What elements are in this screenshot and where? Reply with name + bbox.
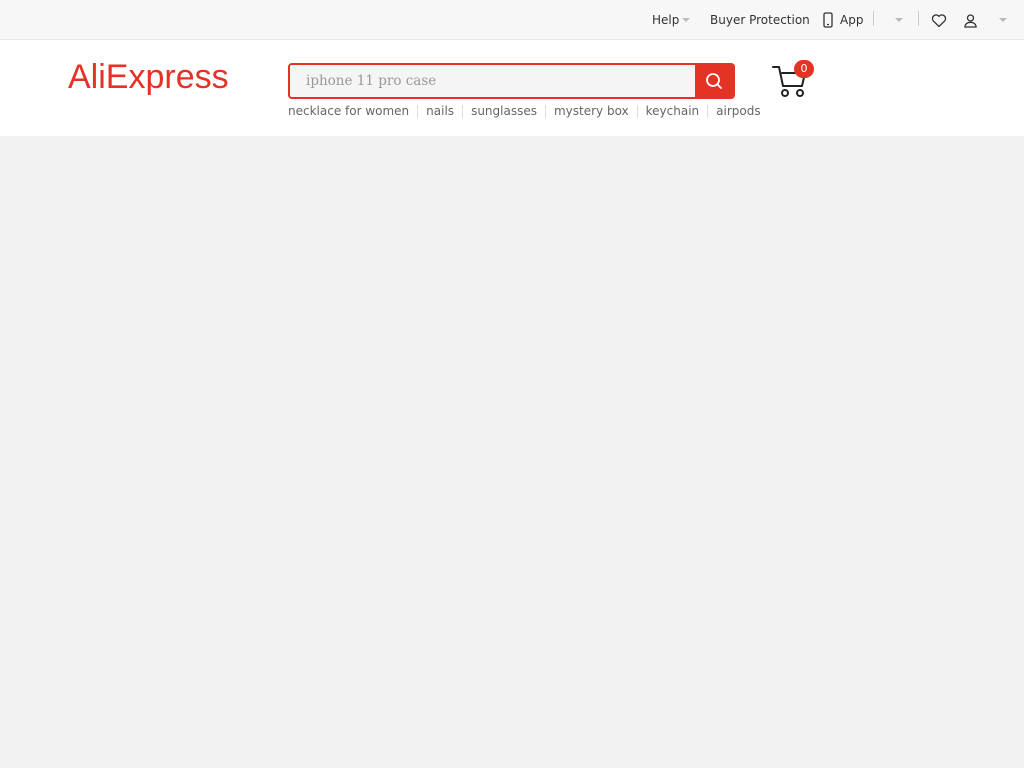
main-header: AliExpress necklace for women nails sung… (0, 40, 1024, 136)
top-bar: Help Buyer Protection App (0, 0, 1024, 40)
app-link[interactable]: App (840, 12, 863, 28)
hot-search-link[interactable]: nails (426, 103, 454, 119)
account-chevron-down-icon[interactable] (999, 18, 1007, 22)
divider (417, 104, 419, 118)
help-link[interactable]: Help (652, 12, 679, 28)
search-icon (706, 73, 722, 89)
chevron-down-icon[interactable] (682, 18, 690, 22)
divider (707, 104, 709, 118)
buyer-protection-link[interactable]: Buyer Protection (710, 12, 810, 28)
language-chevron-down-icon[interactable] (895, 18, 903, 22)
logo-text: AliExpress (68, 58, 229, 96)
search-button[interactable] (695, 65, 733, 97)
divider (873, 11, 874, 26)
user-icon[interactable] (963, 13, 978, 28)
hot-search-link[interactable]: sunglasses (471, 103, 537, 119)
divider (544, 104, 546, 118)
divider (918, 11, 919, 26)
divider (462, 104, 464, 118)
hot-search-link[interactable]: necklace for women (288, 103, 409, 119)
cart-count-badge: 0 (794, 60, 814, 78)
phone-icon (823, 12, 833, 28)
aliexpress-logo[interactable]: AliExpress (68, 58, 238, 102)
hot-search-link[interactable]: airpods (716, 103, 760, 119)
hot-search-link[interactable]: mystery box (554, 103, 629, 119)
divider (636, 104, 638, 118)
heart-icon[interactable] (931, 13, 947, 28)
search-bar (288, 63, 735, 99)
hot-searches: necklace for women nails sunglasses myst… (288, 103, 761, 119)
hot-search-link[interactable]: keychain (646, 103, 700, 119)
search-input[interactable] (290, 65, 695, 97)
